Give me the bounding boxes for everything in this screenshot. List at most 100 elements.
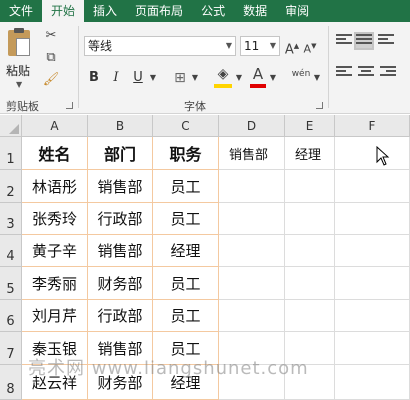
cell-a1[interactable]: 姓名 — [22, 137, 88, 170]
cell-f4[interactable] — [335, 235, 410, 267]
font-launcher-icon[interactable] — [316, 102, 323, 109]
ribbon: 粘贴 ▼ ✂ ⧉ 🖌 剪贴板 等线 ▼ 11 ▼ A▲ A▼ B I U ▼ ⊞… — [0, 22, 410, 114]
cell-f8[interactable] — [335, 365, 410, 400]
cell-d4[interactable] — [219, 235, 285, 267]
row-header-7[interactable]: 7 — [0, 332, 22, 365]
row-header-4[interactable]: 4 — [0, 235, 22, 267]
paper-icon — [16, 38, 30, 56]
shrink-font-icon[interactable]: A▼ — [302, 38, 318, 58]
row-header-2[interactable]: 2 — [0, 170, 22, 203]
tab-review[interactable]: 审阅 — [276, 0, 318, 22]
align-middle-icon[interactable] — [354, 32, 374, 50]
cell-d1[interactable]: 销售部 — [219, 137, 285, 170]
column-header-a[interactable]: A — [22, 115, 88, 137]
chevron-down-icon[interactable]: ▼ — [190, 70, 200, 86]
cell-f3[interactable] — [335, 203, 410, 235]
chevron-down-icon[interactable]: ▼ — [148, 70, 158, 86]
cell-b6[interactable]: 行政部 — [88, 300, 153, 332]
chevron-down-icon[interactable]: ▼ — [312, 70, 322, 86]
font-group-label: 字体 — [184, 100, 206, 113]
tab-page-layout[interactable]: 页面布局 — [126, 0, 192, 22]
cell-e5[interactable] — [285, 267, 335, 300]
cut-icon[interactable]: ✂ — [42, 28, 60, 44]
cell-b2[interactable]: 销售部 — [88, 170, 153, 203]
cell-c4[interactable]: 经理 — [153, 235, 219, 267]
cell-c2[interactable]: 员工 — [153, 170, 219, 203]
mouse-pointer-icon — [376, 146, 390, 166]
cell-a6[interactable]: 刘月芹 — [22, 300, 88, 332]
tab-insert[interactable]: 插入 — [84, 0, 126, 22]
cell-d2[interactable] — [219, 170, 285, 203]
cell-b4[interactable]: 销售部 — [88, 235, 153, 267]
cell-f6[interactable] — [335, 300, 410, 332]
format-painter-icon[interactable]: 🖌 — [42, 72, 60, 88]
align-top-icon[interactable] — [336, 34, 352, 48]
cell-c5[interactable]: 员工 — [153, 267, 219, 300]
ribbon-tab-bar: 文件 开始 插入 页面布局 公式 数据 审阅 — [0, 0, 410, 22]
row-header-6[interactable]: 6 — [0, 300, 22, 332]
cell-e4[interactable] — [285, 235, 335, 267]
grow-font-icon[interactable]: A▲ — [284, 38, 300, 58]
underline-button[interactable]: U — [130, 68, 146, 88]
tab-home[interactable]: 开始 — [42, 0, 85, 22]
cell-f2[interactable] — [335, 170, 410, 203]
align-right-icon[interactable] — [380, 66, 396, 80]
cell-c1[interactable]: 职务 — [153, 137, 219, 170]
cell-f1[interactable] — [335, 137, 410, 170]
column-header-c[interactable]: C — [153, 115, 219, 137]
watermark: 亮术网 www.liangshunet.com — [28, 358, 309, 379]
cell-c6[interactable]: 员工 — [153, 300, 219, 332]
cell-a2[interactable]: 林语彤 — [22, 170, 88, 203]
select-all-button[interactable] — [0, 115, 22, 137]
cell-e6[interactable] — [285, 300, 335, 332]
row-header-5[interactable]: 5 — [0, 267, 22, 300]
cell-b1[interactable]: 部门 — [88, 137, 153, 170]
fill-color-icon[interactable]: ◈ — [214, 66, 232, 82]
column-header-f[interactable]: F — [335, 115, 410, 137]
cell-f7[interactable] — [335, 332, 410, 365]
group-divider — [78, 26, 79, 108]
font-size-select[interactable]: 11 ▼ — [240, 36, 280, 56]
row-header-3[interactable]: 3 — [0, 203, 22, 235]
align-bottom-icon[interactable] — [378, 34, 394, 48]
align-left-icon[interactable] — [336, 66, 352, 80]
cell-e2[interactable] — [285, 170, 335, 203]
column-header-e[interactable]: E — [285, 115, 335, 137]
italic-button[interactable]: I — [108, 68, 124, 88]
cell-d3[interactable] — [219, 203, 285, 235]
align-center-icon[interactable] — [358, 66, 374, 80]
cell-a3[interactable]: 张秀玲 — [22, 203, 88, 235]
row-header-1[interactable]: 1 — [0, 137, 22, 170]
font-color-icon[interactable]: A — [250, 66, 266, 82]
tab-file[interactable]: 文件 — [0, 0, 42, 22]
cell-c3[interactable]: 员工 — [153, 203, 219, 235]
borders-icon[interactable]: ⊞ — [172, 70, 188, 86]
cell-b3[interactable]: 行政部 — [88, 203, 153, 235]
cell-e3[interactable] — [285, 203, 335, 235]
paste-button[interactable]: 粘贴 ▼ — [4, 28, 34, 89]
chevron-down-icon: ▼ — [16, 80, 23, 89]
column-header-d[interactable]: D — [219, 115, 285, 137]
clipboard-launcher-icon[interactable] — [66, 102, 73, 109]
cell-f5[interactable] — [335, 267, 410, 300]
cell-a4[interactable]: 黄子辛 — [22, 235, 88, 267]
cell-d5[interactable] — [219, 267, 285, 300]
phonetic-guide-icon[interactable]: wén — [290, 66, 312, 82]
cell-a5[interactable]: 李秀丽 — [22, 267, 88, 300]
chevron-down-icon[interactable]: ▼ — [268, 70, 278, 86]
bold-button[interactable]: B — [86, 68, 102, 88]
font-name-select[interactable]: 等线 ▼ — [84, 36, 236, 56]
paste-label: 粘贴 — [6, 64, 31, 78]
cell-b5[interactable]: 财务部 — [88, 267, 153, 300]
cell-d6[interactable] — [219, 300, 285, 332]
chevron-down-icon[interactable]: ▼ — [234, 70, 244, 86]
cell-e1[interactable]: 经理 — [285, 137, 335, 170]
tab-formulas[interactable]: 公式 — [192, 0, 234, 22]
tab-data[interactable]: 数据 — [234, 0, 276, 22]
copy-icon[interactable]: ⧉ — [42, 50, 60, 66]
chevron-down-icon: ▼ — [269, 41, 276, 50]
clipboard-group-label: 剪贴板 — [6, 100, 39, 113]
group-divider — [328, 26, 329, 108]
row-header-8[interactable]: 8 — [0, 365, 22, 400]
column-header-b[interactable]: B — [88, 115, 153, 137]
